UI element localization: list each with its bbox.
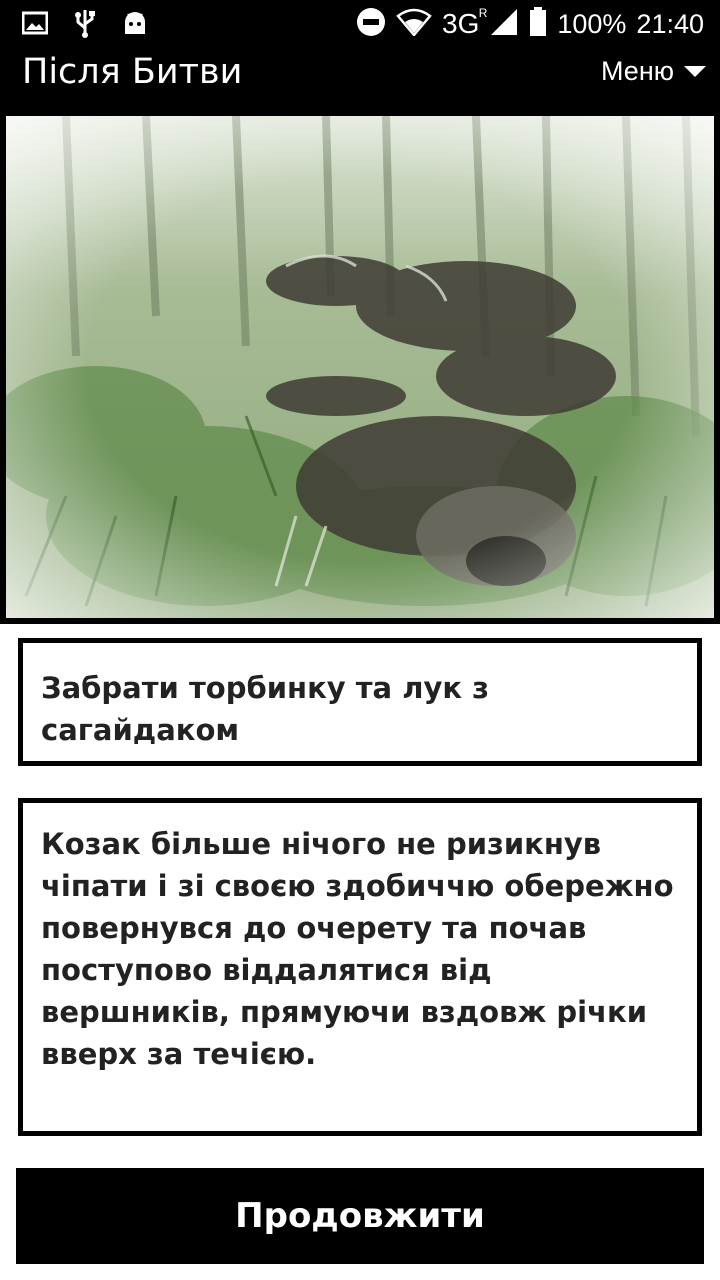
- do-not-disturb-icon: [356, 7, 386, 41]
- status-bar: 3G R 100% 21:40: [0, 0, 720, 48]
- forest-battlefield-illustration: [6, 116, 714, 618]
- system-indicators: 3G R 100% 21:40: [356, 6, 704, 42]
- story-panel: Козак більше нічого не ризикнув чіпати і…: [18, 798, 702, 1136]
- scene-image: [0, 112, 720, 624]
- choice-option[interactable]: Забрати торбинку та лук з сагайдаком: [18, 638, 702, 766]
- continue-button[interactable]: Продовжити: [16, 1168, 704, 1264]
- chevron-down-icon: [684, 66, 706, 77]
- menu-label: Меню: [601, 56, 674, 86]
- wifi-icon: [396, 8, 432, 40]
- app-bar: Після Битви Меню: [0, 48, 720, 112]
- menu-button[interactable]: Меню: [601, 56, 706, 87]
- signal-icon: [489, 8, 519, 40]
- story-text: Козак більше нічого не ризикнув чіпати і…: [41, 827, 674, 1071]
- usb-icon: [74, 8, 96, 42]
- notification-icons: [21, 8, 148, 42]
- image-icon: [21, 11, 49, 39]
- battery-icon: [529, 7, 547, 41]
- choice-text: Забрати торбинку та лук з сагайдаком: [41, 671, 489, 747]
- network-type: 3G R: [442, 6, 488, 39]
- clock: 21:40: [636, 8, 704, 39]
- android-icon: [122, 10, 148, 40]
- page-title: Після Битви: [22, 52, 243, 92]
- battery-percent: 100%: [557, 8, 627, 39]
